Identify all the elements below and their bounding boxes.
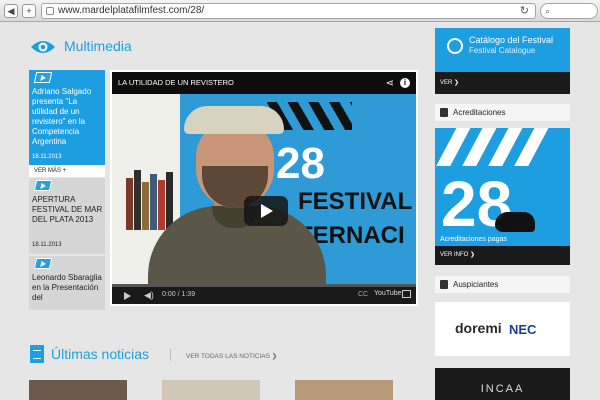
video-player[interactable]: LA UTILIDAD DE UN REVISTERO ⋖ i 28 FESTI… [110, 70, 418, 306]
play-icon [33, 180, 53, 191]
sponsor-logos[interactable]: doremi NEC [435, 302, 570, 356]
catalog-title: Catálogo del Festival [469, 35, 554, 45]
catalog-banner[interactable]: Catálogo del Festival Festival Catalogue… [435, 28, 570, 94]
volume-icon[interactable]: ◀) [144, 290, 154, 301]
list-item[interactable]: Adriano Salgado presenta "La utilidad de… [29, 70, 105, 176]
poster-number: 28 [276, 139, 325, 188]
news-thumbnail[interactable] [162, 380, 260, 400]
url-text: www.mardelplatafilmfest.com/28/ [58, 5, 205, 16]
play-icon [33, 258, 53, 269]
news-icon [30, 345, 44, 363]
multimedia-title: Multimedia [64, 38, 132, 54]
catalog-icon [447, 38, 463, 54]
nec-logo: NEC [509, 322, 537, 337]
thumbnail [29, 70, 105, 84]
thumbnail [29, 178, 105, 192]
catalog-link[interactable]: VER ❯ [435, 72, 570, 94]
address-bar[interactable]: www.mardelplatafilmfest.com/28/ ↻ [41, 3, 536, 19]
badge-icon [440, 108, 448, 117]
news-title: Últimas noticias [51, 346, 150, 362]
play-button[interactable] [244, 196, 288, 226]
sea-lion-icon [495, 212, 535, 232]
reload-icon[interactable]: ↻ [520, 4, 529, 18]
browser-toolbar: ◀ + www.mardelplatafilmfest.com/28/ ↻ ⌕ [0, 0, 600, 22]
list-item[interactable]: Leonardo Sbaraglia en la Presentación de… [29, 256, 105, 310]
progress-bar[interactable] [112, 284, 416, 287]
divider [170, 349, 171, 361]
list-item[interactable]: APERTURA FESTIVAL DE MAR DEL PLATA 2013 … [29, 178, 105, 254]
item-title: Leonardo Sbaraglia en la Presentación de… [32, 273, 102, 302]
acreditaciones-label: Acreditaciones [453, 108, 506, 117]
info-icon[interactable]: i [400, 78, 410, 88]
item-title: APERTURA FESTIVAL DE MAR DEL PLATA 2013 [32, 195, 103, 224]
news-thumbnail[interactable] [295, 380, 393, 400]
speaker-hat [184, 106, 284, 134]
news-thumbnail[interactable] [29, 380, 127, 400]
acred-ver-info[interactable]: VER INFO ❯ [435, 246, 570, 265]
auspiciantes-header: Auspiciantes [435, 276, 570, 293]
thumbnail [29, 256, 105, 270]
doremi-logo: doremi [455, 320, 502, 336]
play-icon[interactable] [124, 292, 131, 300]
captions-icon[interactable]: CC [358, 291, 368, 298]
play-icon [33, 72, 53, 83]
ver-mas-link[interactable]: VER MÁS + [29, 165, 105, 177]
incaa-logo[interactable]: INCAA [435, 368, 570, 400]
video-title: LA UTILIDAD DE UN REVISTERO [112, 72, 416, 94]
page-icon [46, 7, 54, 15]
item-date: 18.11.2013 [32, 242, 62, 248]
search-field[interactable]: ⌕ [540, 3, 598, 19]
youtube-logo[interactable]: YouTube [374, 290, 402, 297]
handshake-icon [440, 280, 448, 289]
eye-icon [31, 41, 55, 53]
poster-text: FESTIVAL [298, 188, 413, 215]
player-controls: ◀) 0:00 / 1:39 CC YouTube [112, 284, 416, 304]
auspiciantes-label: Auspiciantes [453, 280, 499, 289]
fullscreen-icon[interactable] [402, 290, 411, 298]
acreditaciones-banner[interactable]: 28 Acreditaciones pagas VER INFO ❯ [435, 128, 570, 265]
share-icon[interactable]: ⋖ [386, 78, 394, 89]
item-title: Adriano Salgado presenta "La utilidad de… [32, 87, 92, 146]
video-list: Adriano Salgado presenta "La utilidad de… [29, 70, 105, 310]
search-icon: ⌕ [545, 6, 551, 16]
acreditaciones-header: Acreditaciones [435, 104, 570, 121]
time-display: 0:00 / 1:39 [162, 291, 196, 298]
video-frame: 28 FESTIVAL TERNACI [112, 94, 416, 284]
back-button[interactable]: ◀ [4, 4, 18, 18]
acred-link[interactable]: Acreditaciones pagas [440, 236, 507, 243]
view-all-news-link[interactable]: VER TODAS LAS NOTICIAS ❯ [186, 352, 277, 360]
new-tab-button[interactable]: + [22, 4, 36, 18]
item-date: 18.11.2013 [32, 154, 62, 160]
catalog-subtitle: Festival Catalogue [469, 46, 536, 55]
